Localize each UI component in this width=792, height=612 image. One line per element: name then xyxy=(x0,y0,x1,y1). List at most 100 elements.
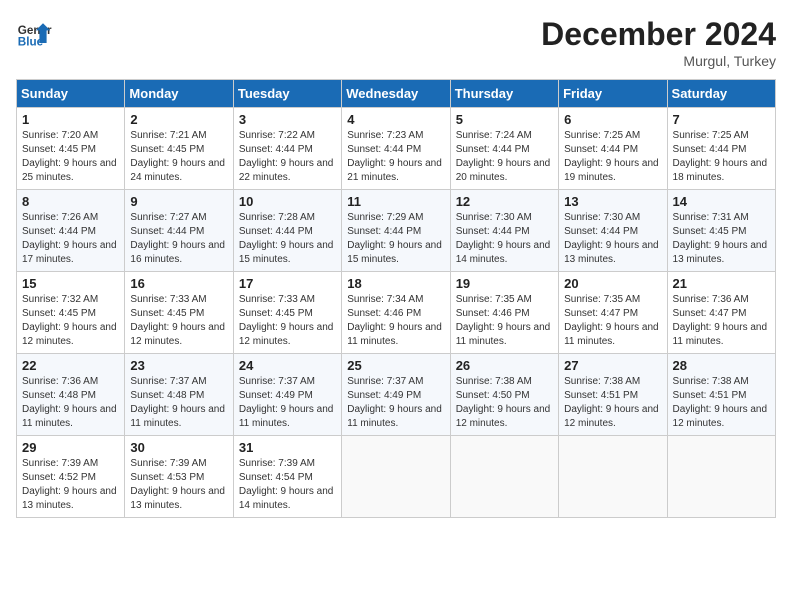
calendar-cell: 24 Sunrise: 7:37 AM Sunset: 4:49 PM Dayli… xyxy=(233,354,341,436)
calendar-cell: 14 Sunrise: 7:31 AM Sunset: 4:45 PM Dayli… xyxy=(667,190,775,272)
logo: General Blue xyxy=(16,16,52,52)
calendar-cell: 3Sunrise: 7:22 AM Sunset: 4:44 PM Daylig… xyxy=(233,108,341,190)
week-row-4: 22Sunrise: 7:36 AM Sunset: 4:48 PM Dayli… xyxy=(17,354,776,436)
week-row-1: 1 Sunrise: 7:20 AM Sunset: 4:45 PM Daylig… xyxy=(17,108,776,190)
day-number: 6 xyxy=(564,112,661,127)
day-info: Sunrise: 7:24 AM Sunset: 4:44 PM Dayligh… xyxy=(456,129,553,185)
calendar-cell: 12 Sunrise: 7:30 AM Sunset: 4:44 PM Dayli… xyxy=(450,190,558,272)
location: Murgul, Turkey xyxy=(541,53,776,69)
day-header-friday: Friday xyxy=(559,80,667,108)
day-info: Sunrise: 7:27 AM Sunset: 4:44 PM Dayligh… xyxy=(130,211,227,267)
day-info: Sunrise: 7:30 AM Sunset: 4:44 PM Dayligh… xyxy=(456,211,553,267)
calendar-cell: 10Sunrise: 7:28 AM Sunset: 4:44 PM Dayli… xyxy=(233,190,341,272)
day-number: 25 xyxy=(347,358,444,373)
week-row-5: 29Sunrise: 7:39 AM Sunset: 4:52 PM Dayli… xyxy=(17,436,776,518)
calendar-table: SundayMondayTuesdayWednesdayThursdayFrid… xyxy=(16,79,776,518)
title-block: December 2024 Murgul, Turkey xyxy=(541,16,776,69)
day-number: 1 xyxy=(22,112,119,127)
day-number: 2 xyxy=(130,112,227,127)
day-number: 29 xyxy=(22,440,119,455)
calendar-cell: 27 Sunrise: 7:38 AM Sunset: 4:51 PM Dayli… xyxy=(559,354,667,436)
day-number: 18 xyxy=(347,276,444,291)
calendar-cell xyxy=(450,436,558,518)
day-header-monday: Monday xyxy=(125,80,233,108)
day-number: 30 xyxy=(130,440,227,455)
day-number: 19 xyxy=(456,276,553,291)
day-number: 14 xyxy=(673,194,770,209)
day-info: Sunrise: 7:25 AM Sunset: 4:44 PM Dayligh… xyxy=(673,129,770,185)
day-number: 28 xyxy=(673,358,770,373)
day-info: Sunrise: 7:21 AM Sunset: 4:45 PM Dayligh… xyxy=(130,129,227,185)
calendar-cell: 18Sunrise: 7:34 AM Sunset: 4:46 PM Dayli… xyxy=(342,272,450,354)
calendar-cell: 11 Sunrise: 7:29 AM Sunset: 4:44 PM Dayli… xyxy=(342,190,450,272)
calendar-cell: 16 Sunrise: 7:33 AM Sunset: 4:45 PM Dayli… xyxy=(125,272,233,354)
day-number: 8 xyxy=(22,194,119,209)
day-number: 24 xyxy=(239,358,336,373)
day-info: Sunrise: 7:37 AM Sunset: 4:48 PM Dayligh… xyxy=(130,375,227,431)
calendar-cell: 21 Sunrise: 7:36 AM Sunset: 4:47 PM Dayli… xyxy=(667,272,775,354)
day-number: 15 xyxy=(22,276,119,291)
day-info: Sunrise: 7:30 AM Sunset: 4:44 PM Dayligh… xyxy=(564,211,661,267)
day-info: Sunrise: 7:31 AM Sunset: 4:45 PM Dayligh… xyxy=(673,211,770,267)
day-header-sunday: Sunday xyxy=(17,80,125,108)
day-number: 23 xyxy=(130,358,227,373)
day-info: Sunrise: 7:38 AM Sunset: 4:50 PM Dayligh… xyxy=(456,375,553,431)
calendar-cell xyxy=(342,436,450,518)
day-header-thursday: Thursday xyxy=(450,80,558,108)
calendar-cell: 25 Sunrise: 7:37 AM Sunset: 4:49 PM Dayli… xyxy=(342,354,450,436)
calendar-cell: 23 Sunrise: 7:37 AM Sunset: 4:48 PM Dayli… xyxy=(125,354,233,436)
day-number: 11 xyxy=(347,194,444,209)
day-info: Sunrise: 7:33 AM Sunset: 4:45 PM Dayligh… xyxy=(130,293,227,349)
day-header-tuesday: Tuesday xyxy=(233,80,341,108)
day-info: Sunrise: 7:35 AM Sunset: 4:47 PM Dayligh… xyxy=(564,293,661,349)
day-number: 9 xyxy=(130,194,227,209)
day-number: 4 xyxy=(347,112,444,127)
calendar-cell xyxy=(559,436,667,518)
month-title: December 2024 xyxy=(541,16,776,53)
day-info: Sunrise: 7:37 AM Sunset: 4:49 PM Dayligh… xyxy=(239,375,336,431)
calendar-cell: 8 Sunrise: 7:26 AM Sunset: 4:44 PM Daylig… xyxy=(17,190,125,272)
calendar-cell: 30Sunrise: 7:39 AM Sunset: 4:53 PM Dayli… xyxy=(125,436,233,518)
day-number: 12 xyxy=(456,194,553,209)
day-info: Sunrise: 7:23 AM Sunset: 4:44 PM Dayligh… xyxy=(347,129,444,185)
calendar-cell: 2 Sunrise: 7:21 AM Sunset: 4:45 PM Daylig… xyxy=(125,108,233,190)
calendar-cell: 5 Sunrise: 7:24 AM Sunset: 4:44 PM Daylig… xyxy=(450,108,558,190)
calendar-cell: 13 Sunrise: 7:30 AM Sunset: 4:44 PM Dayli… xyxy=(559,190,667,272)
calendar-cell: 4 Sunrise: 7:23 AM Sunset: 4:44 PM Daylig… xyxy=(342,108,450,190)
day-info: Sunrise: 7:33 AM Sunset: 4:45 PM Dayligh… xyxy=(239,293,336,349)
calendar-header-row: SundayMondayTuesdayWednesdayThursdayFrid… xyxy=(17,80,776,108)
calendar-cell: 17Sunrise: 7:33 AM Sunset: 4:45 PM Dayli… xyxy=(233,272,341,354)
calendar-cell: 22Sunrise: 7:36 AM Sunset: 4:48 PM Dayli… xyxy=(17,354,125,436)
calendar-cell: 9 Sunrise: 7:27 AM Sunset: 4:44 PM Daylig… xyxy=(125,190,233,272)
day-info: Sunrise: 7:36 AM Sunset: 4:47 PM Dayligh… xyxy=(673,293,770,349)
calendar-cell: 20 Sunrise: 7:35 AM Sunset: 4:47 PM Dayli… xyxy=(559,272,667,354)
day-header-wednesday: Wednesday xyxy=(342,80,450,108)
calendar-cell: 15Sunrise: 7:32 AM Sunset: 4:45 PM Dayli… xyxy=(17,272,125,354)
day-info: Sunrise: 7:36 AM Sunset: 4:48 PM Dayligh… xyxy=(22,375,119,431)
calendar-cell: 29Sunrise: 7:39 AM Sunset: 4:52 PM Dayli… xyxy=(17,436,125,518)
day-info: Sunrise: 7:37 AM Sunset: 4:49 PM Dayligh… xyxy=(347,375,444,431)
calendar-cell: 7 Sunrise: 7:25 AM Sunset: 4:44 PM Daylig… xyxy=(667,108,775,190)
day-info: Sunrise: 7:28 AM Sunset: 4:44 PM Dayligh… xyxy=(239,211,336,267)
day-number: 26 xyxy=(456,358,553,373)
day-info: Sunrise: 7:20 AM Sunset: 4:45 PM Dayligh… xyxy=(22,129,119,185)
day-info: Sunrise: 7:39 AM Sunset: 4:54 PM Dayligh… xyxy=(239,457,336,513)
day-number: 7 xyxy=(673,112,770,127)
day-number: 21 xyxy=(673,276,770,291)
day-info: Sunrise: 7:29 AM Sunset: 4:44 PM Dayligh… xyxy=(347,211,444,267)
day-info: Sunrise: 7:25 AM Sunset: 4:44 PM Dayligh… xyxy=(564,129,661,185)
day-number: 3 xyxy=(239,112,336,127)
day-info: Sunrise: 7:26 AM Sunset: 4:44 PM Dayligh… xyxy=(22,211,119,267)
day-number: 13 xyxy=(564,194,661,209)
week-row-2: 8 Sunrise: 7:26 AM Sunset: 4:44 PM Daylig… xyxy=(17,190,776,272)
logo-icon: General Blue xyxy=(16,16,52,52)
calendar-cell: 19Sunrise: 7:35 AM Sunset: 4:46 PM Dayli… xyxy=(450,272,558,354)
day-number: 31 xyxy=(239,440,336,455)
day-number: 5 xyxy=(456,112,553,127)
calendar-cell xyxy=(667,436,775,518)
day-number: 27 xyxy=(564,358,661,373)
day-info: Sunrise: 7:38 AM Sunset: 4:51 PM Dayligh… xyxy=(564,375,661,431)
day-number: 16 xyxy=(130,276,227,291)
day-number: 20 xyxy=(564,276,661,291)
week-row-3: 15Sunrise: 7:32 AM Sunset: 4:45 PM Dayli… xyxy=(17,272,776,354)
